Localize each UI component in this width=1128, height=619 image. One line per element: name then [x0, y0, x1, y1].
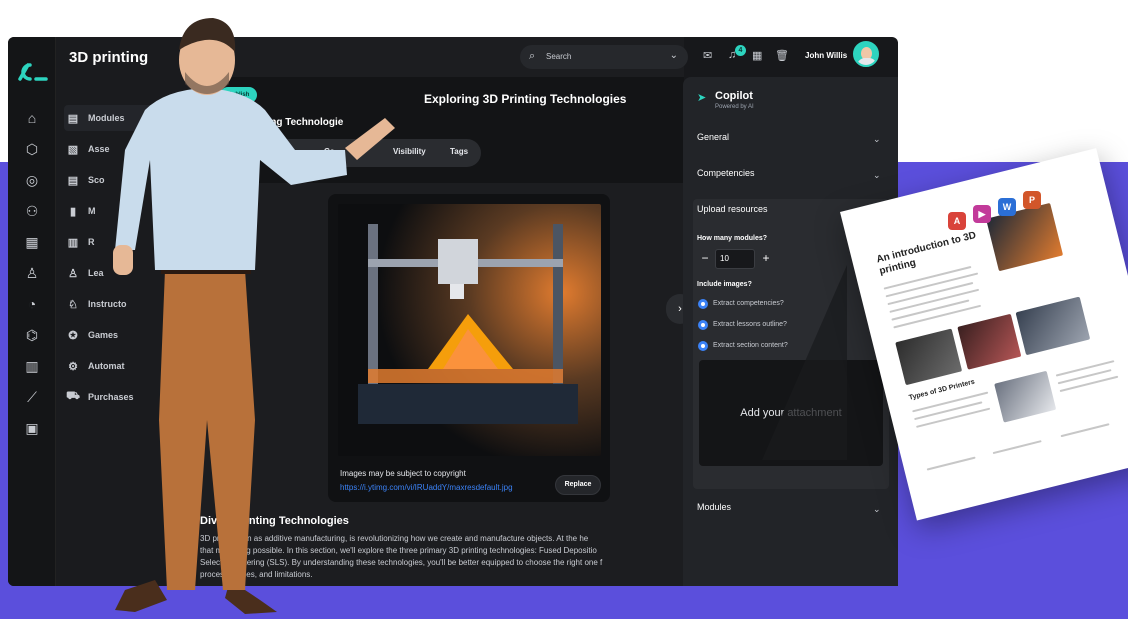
modules-count-label: How many modules?	[697, 235, 768, 242]
acrobat-icon: A	[948, 212, 966, 230]
avatar[interactable]	[853, 41, 879, 67]
chevron-down-icon[interactable]: ⌄	[873, 504, 881, 515]
home-icon[interactable]: ⌂	[22, 108, 42, 128]
radio-extract-lessons[interactable]	[698, 320, 708, 330]
decrement-button[interactable]: −	[698, 251, 712, 265]
search-placeholder: Search	[546, 52, 572, 61]
library-icon[interactable]: ▥	[22, 356, 42, 376]
word-icon: W	[998, 198, 1016, 216]
assessment-icon: ▧	[67, 143, 79, 156]
accordion-upload-resources[interactable]: Upload resources	[697, 204, 768, 214]
target-icon[interactable]: ◎	[22, 170, 42, 190]
increment-button[interactable]: +	[759, 251, 773, 265]
sidebar-item-label: R	[88, 237, 95, 247]
doc-image	[895, 328, 963, 386]
doc-image	[1015, 296, 1091, 356]
copilot-title: Copilot	[715, 90, 753, 102]
accordion-modules[interactable]: Modules	[697, 502, 731, 512]
user-name[interactable]: John Willis	[805, 51, 847, 60]
resources-icon: ▥	[67, 236, 79, 249]
grid-icon[interactable]: ▦	[22, 232, 42, 252]
instructor-icon: ♘	[68, 298, 78, 311]
send-icon: ➤	[697, 92, 707, 104]
games-icon: ✪	[68, 329, 78, 342]
mail-icon[interactable]: ✉	[703, 49, 712, 62]
users-icon[interactable]: ⚇	[22, 201, 42, 221]
doc-text-line	[926, 456, 976, 471]
radio-extract-competencies[interactable]	[698, 299, 708, 309]
modules-icon: ▤	[67, 112, 79, 125]
doc-text-line	[1060, 423, 1110, 438]
connector-shape	[762, 265, 847, 460]
hero-title: Exploring 3D Printing Technologies	[424, 92, 627, 106]
powerpoint-icon: P	[1023, 191, 1041, 209]
notification-badge: 4	[735, 45, 746, 56]
pie-chart-icon[interactable]: ◔	[22, 294, 42, 314]
accordion-general[interactable]: General	[697, 132, 729, 142]
tab-tags[interactable]: Tags	[450, 147, 468, 156]
hierarchy-icon[interactable]: ⌬	[22, 325, 42, 345]
calendar-icon[interactable]: ▦	[752, 49, 762, 62]
trash-icon[interactable]: 🗑	[775, 49, 789, 62]
search-icon: ⌕	[529, 50, 536, 62]
presenter-figure	[113, 18, 395, 614]
scorm-icon: ▤	[67, 174, 79, 187]
search-input[interactable]: ⌕ Search ⌄	[520, 45, 688, 69]
include-images-label: Include images?	[697, 281, 752, 288]
id-card-icon[interactable]: ▣	[22, 418, 42, 438]
modules-count-input[interactable]: 10	[715, 249, 755, 269]
cart-icon: ⛟	[66, 390, 80, 402]
doc-text-line	[992, 440, 1042, 455]
chevron-down-icon[interactable]: ⌄	[873, 134, 881, 145]
radio-extract-section[interactable]	[698, 341, 708, 351]
cubes-icon[interactable]: ⬡	[22, 139, 42, 159]
doc-text-line	[1059, 375, 1119, 393]
replace-button[interactable]: Replace	[555, 475, 601, 495]
tab-visibility[interactable]: Visibility	[393, 147, 426, 156]
copilot-subtitle: Powered by AI	[715, 104, 754, 110]
user-icon[interactable]: ♙	[22, 263, 42, 283]
doc-text-line	[1055, 360, 1115, 377]
doc-image	[994, 370, 1057, 423]
stream-icon: ▶	[973, 205, 991, 223]
document-title: An introduction to 3D printing	[875, 229, 978, 278]
chart-icon: ▮	[69, 205, 77, 218]
chevron-down-icon[interactable]: ⌄	[670, 50, 678, 61]
automation-icon: ⚙	[68, 360, 78, 373]
doc-text-line	[916, 407, 991, 428]
learners-icon: ♙	[68, 267, 78, 280]
chevron-down-icon[interactable]: ⌄	[873, 170, 881, 181]
icon-rail: ⌂ ⬡ ◎ ⚇ ▦ ♙ ◔ ⌬ ▥ ⟋ ▣	[8, 37, 56, 586]
accordion-competencies[interactable]: Competencies	[697, 168, 755, 178]
doc-image	[957, 313, 1022, 370]
line-chart-icon[interactable]: ⟋	[22, 387, 42, 407]
